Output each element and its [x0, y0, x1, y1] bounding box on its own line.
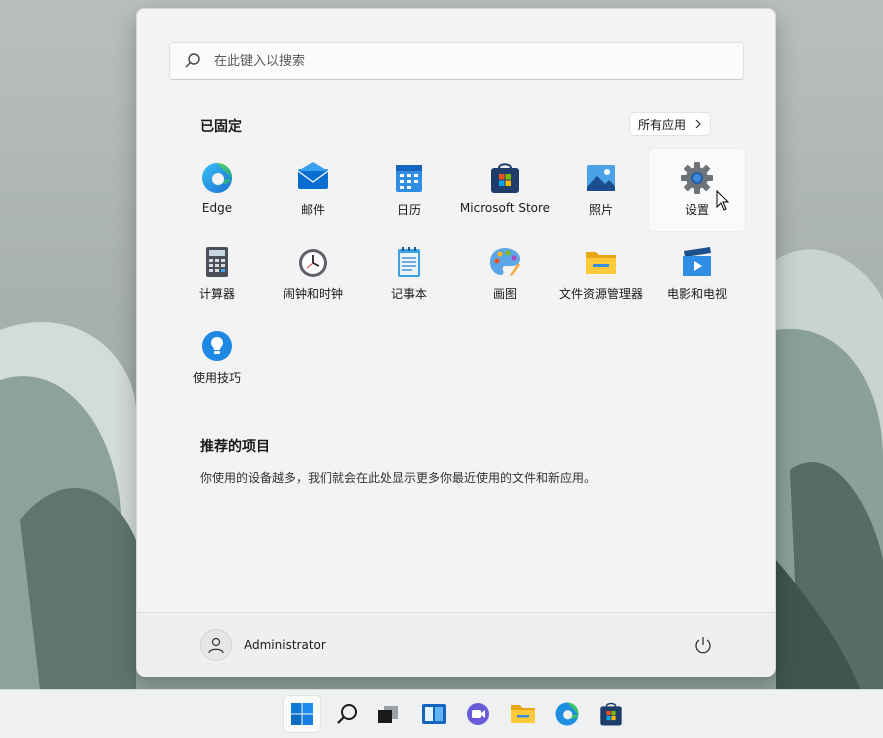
- avatar: [200, 629, 232, 661]
- app-label: 使用技巧: [192, 371, 241, 385]
- taskbar-widgets-button[interactable]: [416, 696, 452, 732]
- taskbar-store-button[interactable]: [593, 696, 629, 732]
- mail-icon: [297, 162, 329, 189]
- pinned-app-clock[interactable]: 闹钟和时钟: [265, 233, 361, 315]
- app-label: 邮件: [300, 203, 325, 217]
- taskbar-task-view-button[interactable]: [370, 696, 406, 732]
- start-icon: [291, 703, 313, 725]
- taskbar-file-explorer-button[interactable]: [505, 696, 541, 732]
- app-label: 文件资源管理器: [558, 287, 643, 301]
- start-menu: 已固定 所有应用 Edge 邮件: [136, 8, 776, 677]
- taskbar-search-button[interactable]: [329, 696, 365, 732]
- pinned-app-store[interactable]: Microsoft Store: [457, 149, 553, 231]
- clock-icon: [299, 249, 327, 277]
- pinned-app-photos[interactable]: 照片: [553, 149, 649, 231]
- app-label: 计算器: [198, 287, 235, 301]
- app-label: 闹钟和时钟: [282, 287, 343, 301]
- app-label: 电影和电视: [666, 287, 727, 301]
- tips-icon: [202, 331, 232, 361]
- pinned-app-calendar[interactable]: 日历: [361, 149, 457, 231]
- app-label: 日历: [396, 203, 421, 217]
- pinned-title: 已固定: [200, 119, 242, 135]
- edge-icon: [202, 163, 232, 193]
- app-label: Edge: [201, 201, 233, 215]
- pinned-app-movies-tv[interactable]: 电影和电视: [649, 233, 745, 315]
- username: Administrator: [244, 638, 326, 652]
- recommended-empty-text: 你使用的设备越多，我们就会在此处显示更多你最近使用的文件和新应用。: [200, 471, 597, 485]
- taskbar-start-button[interactable]: [284, 696, 320, 732]
- taskbar-chat-button[interactable]: [460, 696, 496, 732]
- search-box[interactable]: [169, 42, 744, 80]
- pinned-app-paint[interactable]: 画图: [457, 233, 553, 315]
- calculator-icon: [206, 247, 228, 277]
- movies-icon: [683, 247, 711, 276]
- app-label: Microsoft Store: [459, 201, 551, 215]
- user-account-button[interactable]: Administrator: [200, 629, 326, 661]
- app-label: 设置: [684, 203, 709, 217]
- paint-icon: [490, 248, 520, 276]
- user-icon: [208, 637, 224, 654]
- recommended-title: 推荐的项目: [200, 439, 270, 455]
- edge-icon: [555, 702, 579, 726]
- pinned-app-file-explorer[interactable]: 文件资源管理器: [553, 233, 649, 315]
- app-label: 记事本: [390, 287, 427, 301]
- power-icon[interactable]: [693, 635, 713, 655]
- chevron-right-icon: [695, 119, 701, 129]
- file-explorer-icon: [511, 705, 535, 723]
- notepad-icon: [398, 247, 420, 277]
- search-icon: [185, 53, 200, 68]
- pinned-app-calculator[interactable]: 计算器: [169, 233, 265, 315]
- store-icon: [491, 163, 519, 193]
- all-apps-button[interactable]: 所有应用: [629, 112, 712, 136]
- search-icon: [337, 704, 357, 724]
- pinned-app-mail[interactable]: 邮件: [265, 149, 361, 231]
- calendar-icon: [396, 165, 422, 192]
- mouse-cursor-icon: [716, 190, 730, 211]
- taskbar: [0, 689, 883, 738]
- gear-icon: [681, 162, 713, 194]
- store-icon: [600, 702, 622, 726]
- folder-icon: [586, 252, 616, 274]
- all-apps-label: 所有应用: [638, 117, 687, 132]
- start-footer: Administrator: [137, 612, 775, 677]
- pinned-app-settings[interactable]: 设置: [649, 149, 745, 231]
- pinned-app-edge[interactable]: Edge: [169, 149, 265, 231]
- pinned-app-notepad[interactable]: 记事本: [361, 233, 457, 315]
- app-label: 画图: [492, 287, 517, 301]
- taskbar-edge-button[interactable]: [549, 696, 585, 732]
- app-label: 照片: [588, 203, 613, 217]
- pinned-app-tips[interactable]: 使用技巧: [169, 317, 265, 399]
- chat-icon: [467, 703, 489, 725]
- task-view-icon: [378, 706, 398, 723]
- search-input[interactable]: [212, 52, 716, 70]
- photos-icon: [587, 165, 615, 191]
- widgets-icon: [422, 704, 446, 724]
